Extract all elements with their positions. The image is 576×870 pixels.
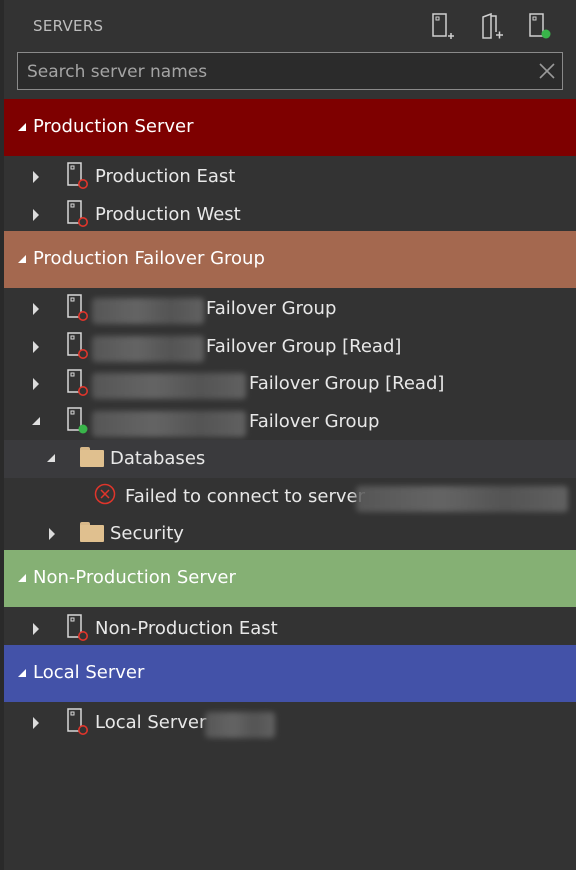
server-disconnected-icon (67, 162, 88, 189)
server-disconnected-icon (67, 294, 88, 321)
folder-label: Security (110, 523, 184, 544)
folder-label: Databases (110, 448, 206, 469)
expand-icon[interactable] (33, 717, 39, 729)
server-node[interactable]: Local Server (4, 704, 576, 742)
error-icon (94, 483, 116, 505)
expand-icon[interactable] (49, 528, 55, 540)
redacted-server-name (92, 411, 246, 437)
clear-search-icon[interactable] (538, 62, 556, 80)
group-label: Non-Production Server (33, 567, 236, 588)
server-disconnected-icon (67, 332, 88, 359)
error-message: Failed to connect to server (125, 486, 365, 507)
group-production-failover[interactable]: Production Failover Group (4, 231, 576, 288)
expand-icon[interactable] (33, 171, 39, 183)
collapse-icon (18, 255, 26, 263)
collapse-icon (18, 669, 26, 677)
server-node[interactable]: Failover Group [Read] (4, 365, 576, 403)
server-label: Production East (95, 166, 236, 187)
server-node[interactable]: Production West (4, 196, 576, 234)
expand-icon[interactable] (33, 341, 39, 353)
server-label: Production West (95, 204, 241, 225)
expand-icon[interactable] (33, 303, 39, 315)
expand-icon[interactable] (33, 378, 39, 390)
group-non-production[interactable]: Non-Production Server (4, 550, 576, 607)
server-node[interactable]: Non-Production East (4, 610, 576, 648)
group-production-server[interactable]: Production Server (4, 99, 576, 156)
collapse-icon[interactable] (47, 454, 55, 462)
new-server-icon[interactable] (430, 12, 456, 42)
server-disconnected-icon (67, 200, 88, 227)
expand-icon[interactable] (33, 623, 39, 635)
server-label: Failover Group [Read] (206, 336, 402, 357)
collapse-icon (18, 574, 26, 582)
group-label: Production Server (33, 116, 194, 137)
server-label: Failover Group (249, 411, 380, 432)
folder-icon (80, 447, 104, 467)
server-disconnected-icon (67, 369, 88, 396)
server-label: Non-Production East (95, 618, 278, 639)
server-label: Failover Group [Read] (249, 373, 445, 394)
server-connected-icon (67, 407, 88, 434)
collapse-icon (18, 123, 26, 131)
active-connections-icon[interactable] (527, 12, 553, 42)
server-node[interactable]: Failover Group [Read] (4, 328, 576, 366)
folder-icon (80, 522, 104, 542)
group-label: Local Server (33, 662, 145, 683)
error-node[interactable]: Failed to connect to server (4, 478, 576, 516)
server-label: Failover Group (206, 298, 337, 319)
redacted-server-suffix (205, 712, 275, 738)
expand-icon[interactable] (33, 209, 39, 221)
panel-title: SERVERS (33, 17, 104, 35)
search-input[interactable] (25, 53, 529, 91)
server-disconnected-icon (67, 614, 88, 641)
servers-header: SERVERS (0, 0, 576, 52)
server-label: Local Server (95, 712, 207, 733)
redacted-server-address (356, 486, 568, 512)
group-label: Production Failover Group (33, 248, 265, 269)
collapse-icon[interactable] (32, 417, 40, 425)
new-server-group-icon[interactable] (479, 12, 505, 42)
security-folder-node[interactable]: Security (4, 515, 576, 553)
databases-folder-node[interactable]: Databases (4, 440, 576, 478)
server-node-expanded[interactable]: Failover Group (4, 403, 576, 441)
redacted-server-name (92, 373, 246, 399)
server-disconnected-icon (67, 708, 88, 735)
server-node[interactable]: Production East (4, 158, 576, 196)
server-node[interactable]: Failover Group (4, 290, 576, 328)
search-box (17, 52, 563, 91)
redacted-server-name (92, 298, 204, 324)
group-local-server[interactable]: Local Server (4, 645, 576, 702)
redacted-server-name (92, 336, 204, 362)
